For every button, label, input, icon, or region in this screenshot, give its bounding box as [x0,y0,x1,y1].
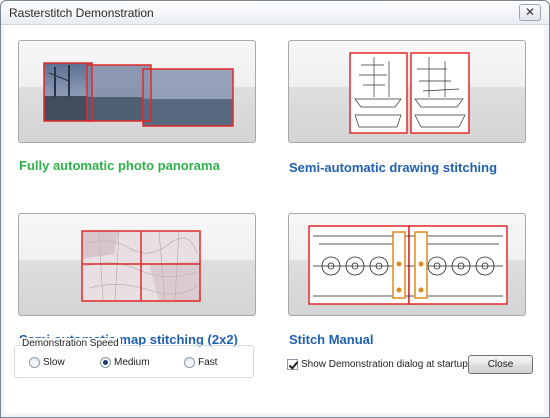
stitch-manual-tile[interactable] [288,213,526,316]
speed-radio-fast[interactable]: Fast [184,356,217,369]
engineering-drawing-thumbnail-icon [308,225,508,305]
speed-option-label: Slow [43,357,65,368]
demonstration-speed-legend: Demonstration Speed [20,338,121,349]
title-bar[interactable]: Rasterstitch Demonstration ✕ [1,1,549,25]
ship-drawing-thumbnail-icon [349,52,470,134]
speed-option-label: Medium [114,357,150,368]
photo-panorama-demo-tile[interactable] [18,40,256,143]
photo-panorama-link[interactable]: Fully automatic photo panorama [19,158,220,173]
stitch-manual-link[interactable]: Stitch Manual [289,332,374,347]
checkbox-checked-icon [287,359,298,370]
speed-radio-medium[interactable]: Medium [100,356,150,369]
panorama-photo-thumbnail-icon [43,62,234,127]
map-thumbnail-icon [81,230,201,302]
speed-radio-slow[interactable]: Slow [29,356,65,369]
speed-option-label: Fast [198,357,218,368]
drawing-stitching-link[interactable]: Semi-automatic drawing stitching [289,160,497,175]
radio-circle-icon [29,357,40,368]
drawing-stitching-demo-tile[interactable] [288,40,526,143]
window-close-icon[interactable]: ✕ [519,4,541,21]
window-title: Rasterstitch Demonstration [9,6,154,20]
show-dialog-at-startup-checkbox[interactable]: Show Demonstration dialog at startup [287,358,468,371]
show-dialog-label: Show Demonstration dialog at startup [301,359,468,370]
radio-circle-icon [184,357,195,368]
close-button[interactable]: Close [468,355,533,374]
radio-circle-selected-icon [100,357,111,368]
map-stitching-demo-tile[interactable] [18,213,256,316]
